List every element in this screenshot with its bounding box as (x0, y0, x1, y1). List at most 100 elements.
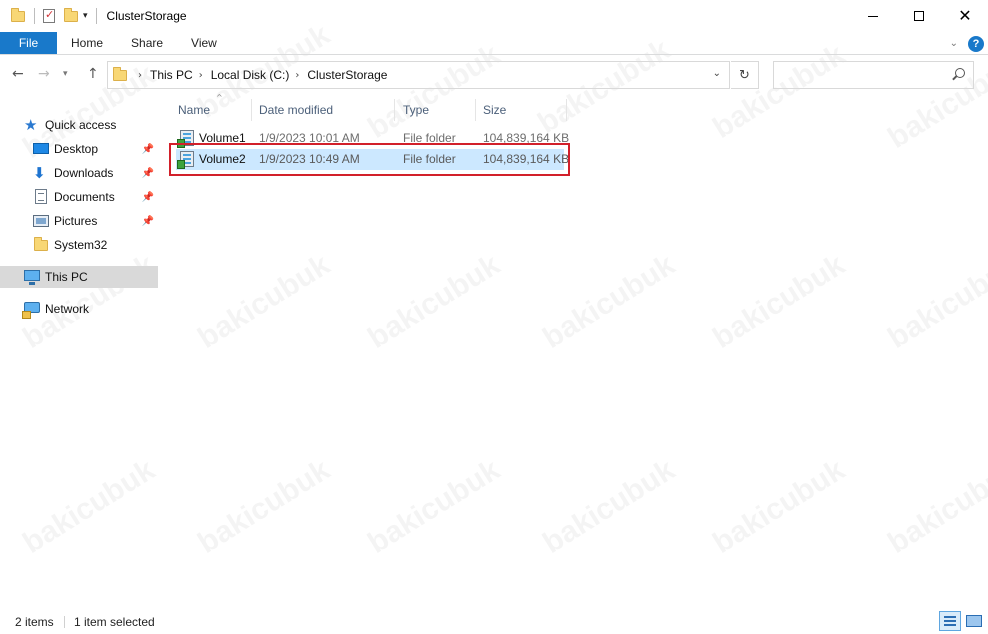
nav-item-downloads[interactable]: ⬇ Downloads 📌 (0, 162, 158, 184)
pin-icon[interactable]: 📌 (142, 144, 154, 155)
nav-item-label: Desktop (54, 142, 99, 156)
divider (34, 8, 35, 24)
column-header-label: Date modified (259, 102, 334, 117)
folder-icon (33, 237, 49, 253)
chevron-right-icon[interactable]: › (295, 70, 299, 81)
close-icon: ✕ (958, 6, 972, 25)
new-folder-icon[interactable] (63, 8, 79, 24)
nav-item-desktop[interactable]: Desktop 📌 (0, 138, 158, 160)
expand-ribbon-chevron-icon[interactable]: ⌄ (950, 38, 958, 49)
highlight-annotation (169, 143, 570, 176)
computer-icon (24, 269, 40, 285)
download-icon: ⬇ (33, 164, 46, 182)
column-divider[interactable] (251, 99, 252, 121)
watermark: bakicubuk (362, 248, 506, 355)
divider (95, 8, 97, 24)
column-header-date-modified[interactable]: Date modified (259, 97, 333, 122)
sort-ascending-icon: ^ (216, 93, 223, 102)
back-arrow-icon[interactable]: ← (12, 66, 24, 82)
watermark: bakicubuk (707, 248, 851, 355)
window-title: ClusterStorage (106, 9, 187, 23)
breadcrumb: › This PC › Local Disk (C:) › ClusterSto… (132, 68, 387, 82)
column-divider[interactable] (475, 99, 476, 121)
help-icon[interactable]: ? (968, 35, 984, 52)
maximize-button[interactable] (896, 0, 942, 32)
pin-icon[interactable]: 📌 (142, 168, 154, 179)
nav-item-label: Quick access (45, 118, 117, 132)
minimize-icon (868, 15, 878, 17)
minimize-button[interactable] (850, 0, 896, 32)
nav-item-quick-access[interactable]: ★ Quick access (0, 114, 158, 136)
title-bar: ▾ ClusterStorage ✕ (0, 0, 988, 32)
breadcrumb-this-pc[interactable]: This PC (150, 68, 193, 82)
customize-toolbar-chevron-icon[interactable]: ▾ (83, 11, 88, 21)
column-header-label: Type (403, 102, 430, 117)
nav-item-label: Pictures (54, 214, 98, 228)
column-header-size[interactable]: Size (483, 97, 506, 122)
watermark: bakicubuk (362, 453, 506, 560)
watermark: bakicubuk (192, 248, 336, 355)
forward-arrow-icon[interactable]: → (38, 66, 50, 82)
address-bar[interactable]: › This PC › Local Disk (C:) › ClusterSto… (107, 61, 730, 89)
watermark: bakicubuk (537, 248, 681, 355)
column-header-label: Size (483, 102, 507, 117)
search-icon (951, 68, 965, 82)
chevron-right-icon[interactable]: › (138, 70, 142, 81)
watermark: bakicubuk (192, 453, 336, 560)
tab-share[interactable]: Share (117, 32, 177, 54)
watermark: bakicubuk (537, 453, 681, 560)
nav-item-label: Network (45, 302, 90, 316)
recent-locations-chevron-icon[interactable]: ▾ (63, 69, 68, 79)
large-icons-view-icon[interactable] (963, 611, 985, 631)
address-history-chevron-icon[interactable]: ⌄ (713, 68, 721, 79)
nav-item-label: Documents (54, 190, 115, 204)
search-input[interactable] (773, 61, 974, 89)
item-count: 2 items (15, 615, 54, 629)
ribbon-tabs: File Home Share View ⌄ ? (0, 32, 988, 55)
window-controls: ✕ (850, 0, 988, 32)
tab-home[interactable]: Home (57, 32, 117, 54)
up-arrow-icon[interactable]: ↑ (87, 66, 99, 82)
nav-item-network[interactable]: Network (0, 298, 158, 320)
nav-item-documents[interactable]: Documents 📌 (0, 186, 158, 208)
document-icon (33, 189, 49, 205)
navigation-pane: ★ Quick access Desktop 📌 ⬇ Downloads 📌 D… (0, 110, 158, 600)
breadcrumb-local-disk[interactable]: Local Disk (C:) (211, 68, 290, 82)
nav-item-this-pc[interactable]: This PC (0, 266, 158, 288)
divider (64, 616, 65, 628)
nav-item-label: System32 (54, 238, 108, 252)
nav-item-label: Downloads (54, 166, 114, 180)
desktop-icon (33, 141, 49, 157)
pin-icon[interactable]: 📌 (142, 216, 154, 227)
breadcrumb-clusterstorage[interactable]: ClusterStorage (307, 68, 387, 82)
watermark: bakicubuk (707, 453, 851, 560)
star-icon: ★ (24, 116, 38, 134)
folder-icon (10, 8, 26, 24)
pin-icon[interactable]: 📌 (142, 192, 154, 203)
tab-file[interactable]: File (0, 32, 57, 54)
pictures-icon (33, 213, 49, 229)
refresh-button[interactable]: ↻ (731, 61, 759, 89)
chevron-right-icon[interactable]: › (199, 70, 203, 81)
nav-item-pictures[interactable]: Pictures 📌 (0, 210, 158, 232)
nav-item-label: This PC (45, 270, 88, 284)
ribbon-right: ⌄ ? (950, 32, 984, 55)
column-header-type[interactable]: Type (403, 97, 429, 122)
close-button[interactable]: ✕ (942, 0, 988, 32)
selection-count: 1 item selected (74, 615, 155, 629)
nav-item-system32[interactable]: System32 (0, 234, 158, 256)
properties-icon[interactable] (41, 8, 57, 24)
watermark: bakicubuk (882, 453, 988, 560)
column-header-name[interactable]: ^ Name (178, 93, 223, 122)
network-icon (22, 301, 40, 319)
maximize-icon (914, 11, 924, 21)
watermark: bakicubuk (882, 248, 988, 355)
column-divider[interactable] (394, 99, 395, 121)
tab-view[interactable]: View (177, 32, 231, 54)
column-divider[interactable] (566, 99, 567, 121)
quick-access-toolbar: ▾ ClusterStorage (0, 0, 187, 32)
status-bar: 2 items 1 item selected (0, 608, 988, 634)
refresh-icon: ↻ (739, 67, 750, 83)
details-view-icon[interactable] (939, 611, 961, 631)
column-header-label: Name (178, 102, 211, 117)
